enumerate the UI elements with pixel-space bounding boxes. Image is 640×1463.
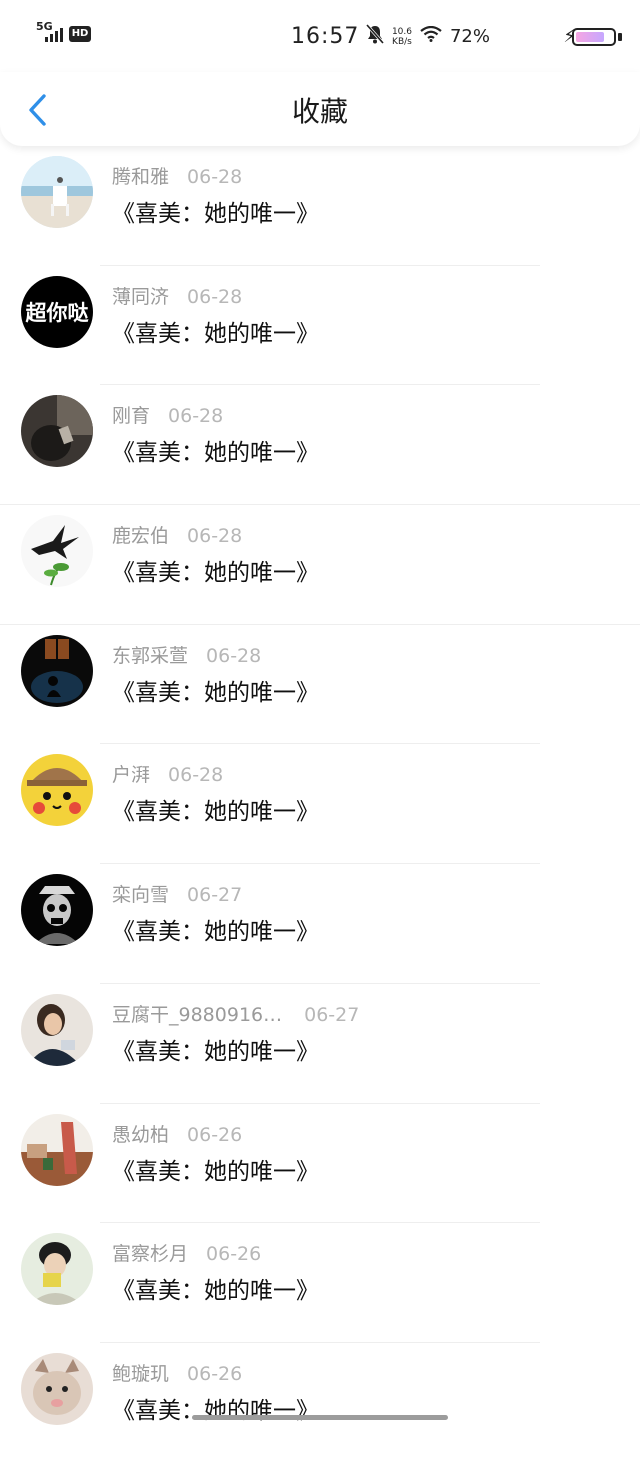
user-name: 刚育 bbox=[112, 405, 151, 428]
item-date: 06-28 bbox=[206, 644, 262, 667]
list-item[interactable]: 鹿宏伯 06-28 《喜美：她的唯一》 bbox=[0, 505, 640, 625]
favorites-list: 腾和雅 06-28 《喜美：她的唯一》 超你哒 薄同济 06-28 《喜美：她的唯一… bbox=[0, 146, 640, 1463]
nav-header: 收藏 bbox=[0, 72, 640, 146]
item-meta: 栾向雪 06-27 bbox=[112, 880, 242, 907]
user-name: 户湃 bbox=[112, 764, 151, 787]
list-item[interactable]: 栾向雪 06-27 《喜美：她的唯一》 bbox=[0, 864, 640, 984]
user-name: 东郭采萱 bbox=[112, 644, 189, 667]
list-item[interactable]: 豆腐干_9880916… 06-27 《喜美：她的唯一》 bbox=[0, 984, 640, 1104]
item-meta: 鹿宏伯 06-28 bbox=[112, 521, 242, 548]
item-title[interactable]: 《喜美：她的唯一》 bbox=[112, 673, 319, 707]
list-item[interactable]: 富察杉月 06-26 《喜美：她的唯一》 bbox=[0, 1223, 640, 1343]
item-meta: 腾和雅 06-28 bbox=[112, 162, 242, 189]
user-name: 栾向雪 bbox=[112, 884, 170, 907]
net-speed-value: 10.6 bbox=[391, 26, 412, 37]
item-date: 06-28 bbox=[187, 285, 243, 308]
hd-badge: HD bbox=[68, 26, 92, 42]
home-indicator[interactable] bbox=[192, 1415, 448, 1420]
item-title[interactable]: 《喜美：她的唯一》 bbox=[112, 792, 319, 826]
item-meta: 户湃 06-28 bbox=[112, 760, 223, 787]
item-meta: 鲍璇玑 06-26 bbox=[112, 1359, 242, 1386]
item-title[interactable]: 《喜美：她的唯一》 bbox=[112, 433, 319, 467]
net-speed: 10.6 KB/s bbox=[392, 27, 412, 47]
item-title[interactable]: 《喜美：她的唯一》 bbox=[112, 314, 319, 348]
user-name: 腾和雅 bbox=[112, 166, 170, 188]
item-date: 06-27 bbox=[304, 1003, 360, 1026]
user-name: 豆腐干_9880916… bbox=[112, 1003, 283, 1026]
network-type: 5G bbox=[36, 20, 53, 33]
item-date: 06-27 bbox=[187, 884, 243, 907]
avatar[interactable] bbox=[21, 156, 93, 228]
avatar[interactable] bbox=[21, 874, 93, 947]
clock: 16:57 bbox=[291, 24, 360, 49]
net-speed-unit: KB/s bbox=[392, 36, 412, 47]
avatar[interactable] bbox=[21, 754, 93, 827]
signal-group: 5G HD bbox=[36, 20, 92, 42]
item-date: 06-26 bbox=[187, 1362, 243, 1385]
item-meta: 刚育 06-28 bbox=[112, 401, 223, 428]
item-date: 06-26 bbox=[187, 1123, 243, 1146]
avatar[interactable] bbox=[21, 395, 93, 468]
mute-bell-icon bbox=[365, 24, 385, 49]
avatar[interactable] bbox=[21, 993, 93, 1066]
user-name: 鹿宏伯 bbox=[112, 525, 170, 548]
user-name: 富察杉月 bbox=[112, 1243, 189, 1266]
item-title[interactable]: 《喜美：她的唯一》 bbox=[112, 912, 319, 946]
user-name: 鲍璇玑 bbox=[112, 1362, 170, 1385]
user-name: 薄同济 bbox=[112, 285, 170, 308]
wifi-icon bbox=[420, 25, 442, 47]
item-date: 06-28 bbox=[168, 764, 224, 787]
list-item[interactable]: 户湃 06-28 《喜美：她的唯一》 bbox=[0, 744, 640, 865]
item-meta: 豆腐干_9880916… 06-27 bbox=[112, 1000, 359, 1027]
item-date: 06-26 bbox=[206, 1243, 262, 1266]
status-bar: 5G HD 16:57 10.6 KB/s 72% ⚡ bbox=[0, 0, 640, 72]
avatar[interactable]: 超你哒 bbox=[21, 275, 93, 348]
item-meta: 富察杉月 06-26 bbox=[112, 1239, 261, 1266]
item-date: 06-28 bbox=[187, 166, 243, 188]
item-date: 06-28 bbox=[168, 405, 224, 428]
list-item[interactable]: 超你哒 薄同济 06-28 《喜美：她的唯一》 bbox=[0, 266, 640, 386]
item-meta: 东郭采萱 06-28 bbox=[112, 641, 261, 668]
item-meta: 薄同济 06-28 bbox=[112, 282, 242, 309]
status-icons: 10.6 KB/s 72% bbox=[365, 24, 490, 49]
avatar-logo-text: 超你哒 bbox=[26, 301, 89, 325]
avatar[interactable] bbox=[21, 515, 93, 588]
battery-percent: 72% bbox=[449, 26, 490, 47]
list-item[interactable]: 东郭采萱 06-28 《喜美：她的唯一》 bbox=[0, 625, 640, 745]
list-item[interactable]: 鲍璇玑 06-26 《喜美：她的唯一》 bbox=[0, 1343, 640, 1463]
avatar[interactable] bbox=[21, 1352, 93, 1425]
item-title[interactable]: 《喜美：她的唯一》 bbox=[112, 1152, 319, 1186]
page-title: 收藏 bbox=[291, 95, 348, 128]
item-title[interactable]: 《喜美：她的唯一》 bbox=[112, 1032, 319, 1066]
item-title[interactable]: 《喜美：她的唯一》 bbox=[112, 1271, 319, 1305]
item-title[interactable]: 《喜美：她的唯一》 bbox=[112, 553, 319, 587]
item-date: 06-28 bbox=[187, 525, 243, 548]
avatar[interactable] bbox=[21, 634, 93, 707]
avatar[interactable] bbox=[21, 1113, 93, 1186]
item-title[interactable]: 《喜美：她的唯一》 bbox=[112, 194, 319, 228]
list-item[interactable]: 腾和雅 06-28 《喜美：她的唯一》 bbox=[0, 146, 640, 266]
avatar[interactable] bbox=[21, 1233, 93, 1306]
list-item[interactable]: 愚幼柏 06-26 《喜美：她的唯一》 bbox=[0, 1104, 640, 1224]
list-item[interactable]: 刚育 06-28 《喜美：她的唯一》 bbox=[0, 385, 640, 506]
user-name: 愚幼柏 bbox=[112, 1123, 170, 1146]
item-meta: 愚幼柏 06-26 bbox=[112, 1120, 242, 1147]
